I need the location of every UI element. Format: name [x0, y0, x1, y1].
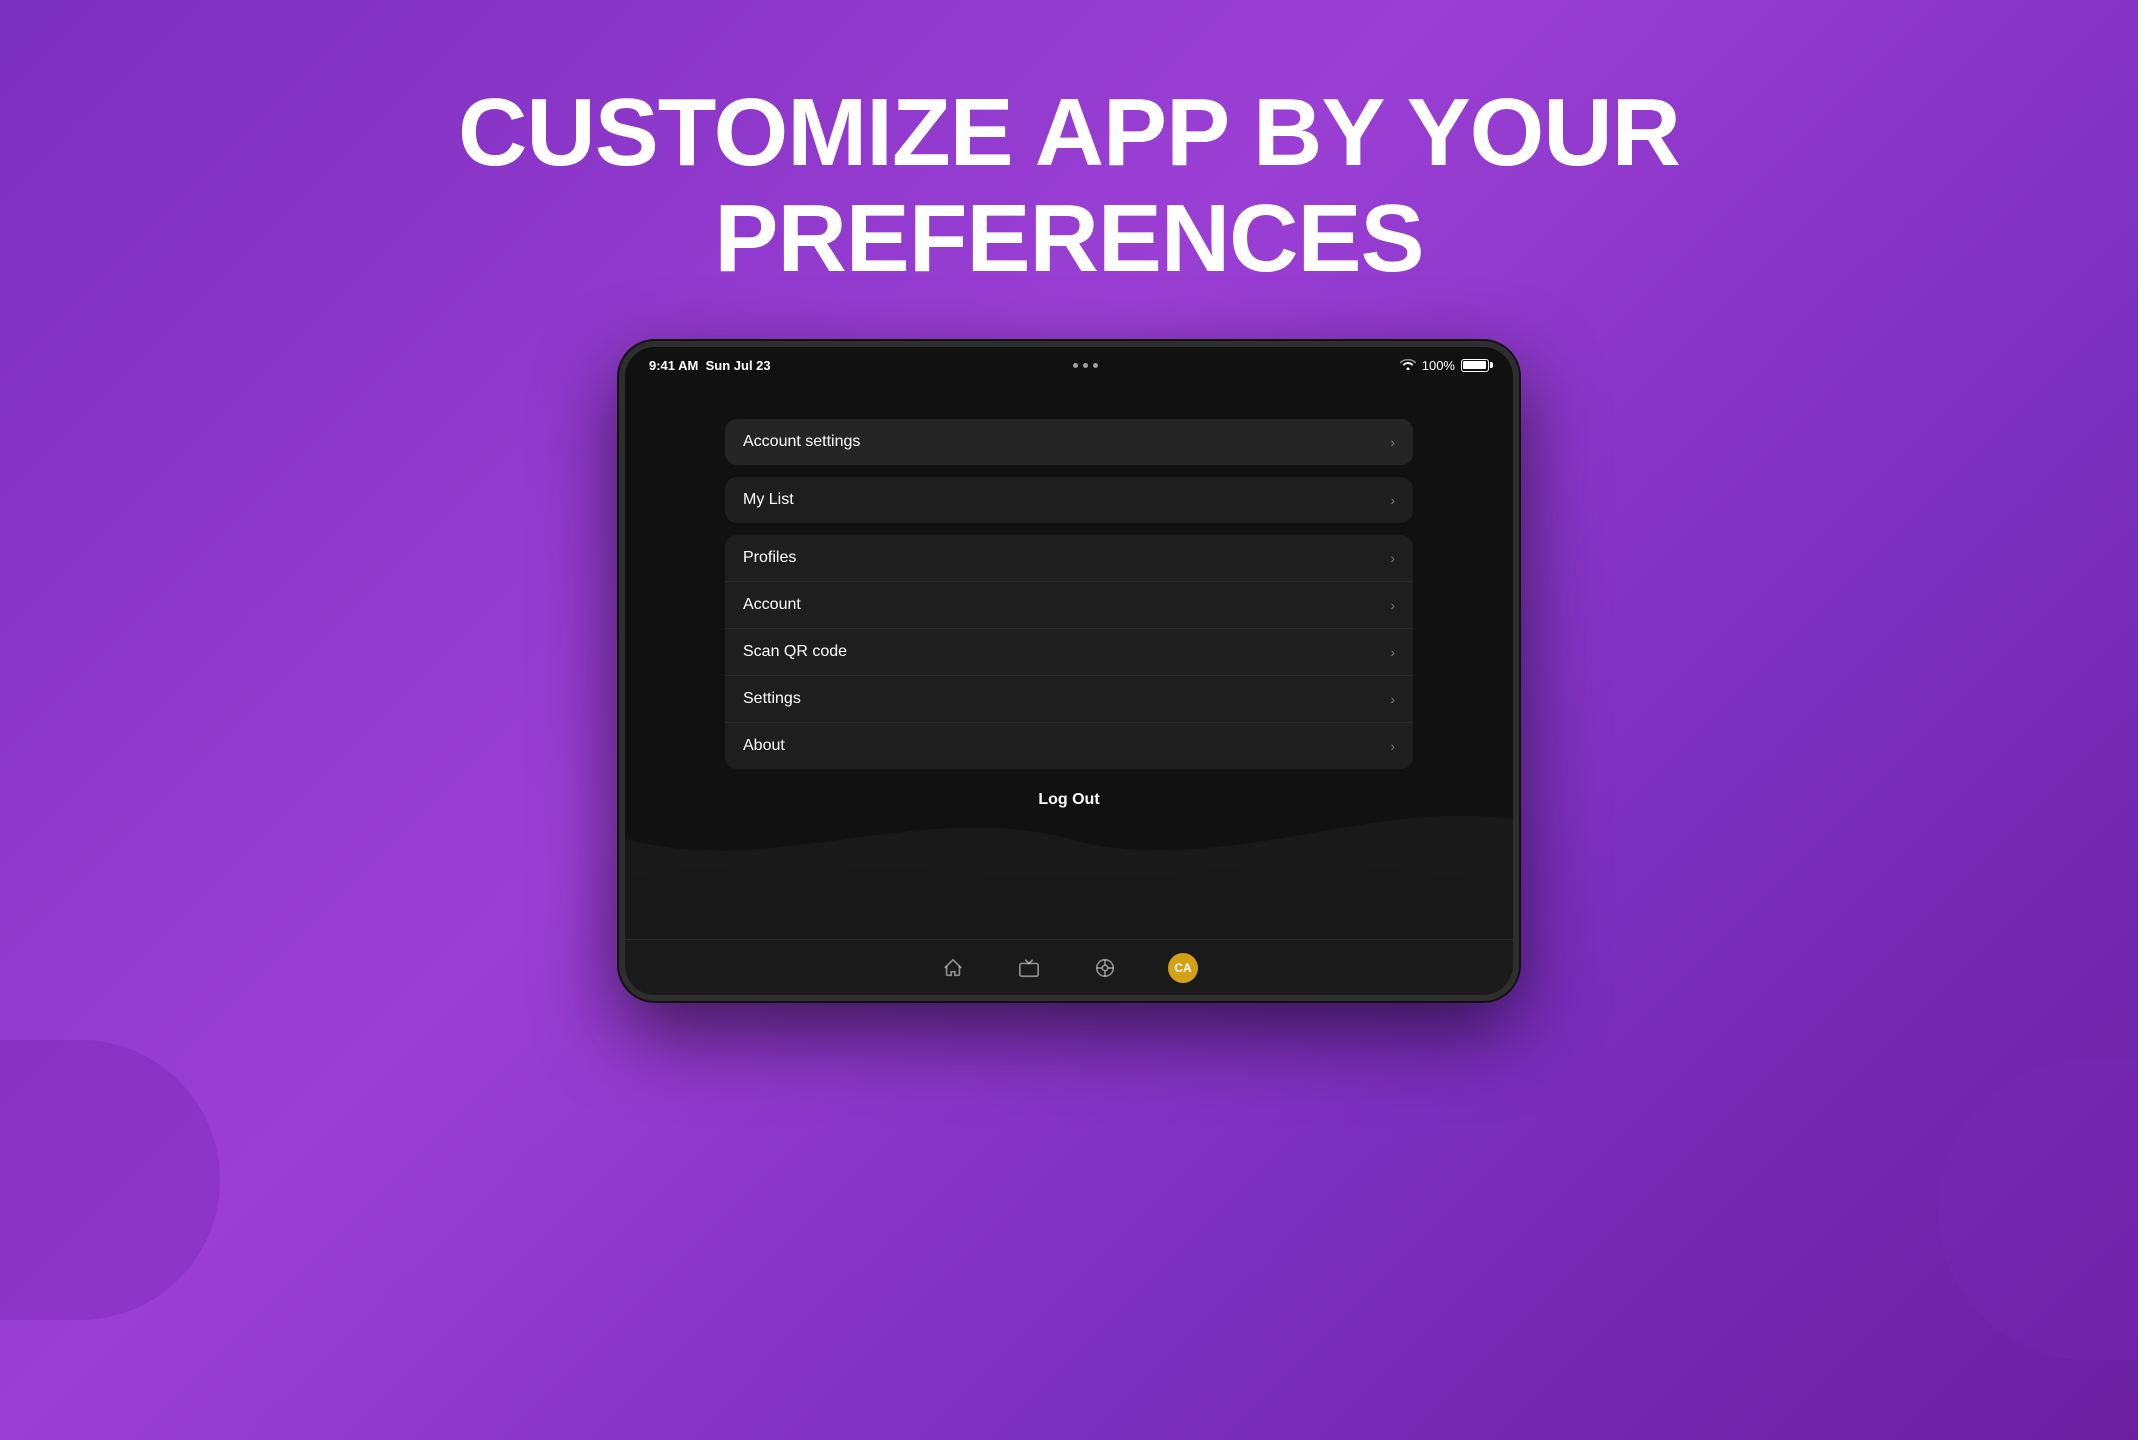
logout-section[interactable]: Log Out: [725, 781, 1413, 819]
tablet-frame: 9:41 AM Sun Jul 23 100%: [619, 341, 1519, 1001]
profiles-label: Profiles: [743, 549, 796, 567]
side-wave-right: [1938, 1060, 2138, 1360]
settings-label: Settings: [743, 690, 801, 708]
account-chevron: ›: [1390, 597, 1395, 613]
battery-percent-text: 100%: [1422, 358, 1455, 373]
status-time-date: 9:41 AM Sun Jul 23: [649, 358, 771, 373]
nav-games-icon[interactable]: [1092, 955, 1118, 981]
tablet-content: Account settings › My List › Profiles › …: [625, 383, 1513, 939]
status-dot-2: [1083, 363, 1088, 368]
menu-section-my-list: My List ›: [725, 477, 1413, 523]
menu-item-account[interactable]: Account ›: [725, 582, 1413, 629]
account-label: Account: [743, 596, 801, 614]
profiles-chevron: ›: [1390, 550, 1395, 566]
bottom-nav: CA: [625, 939, 1513, 995]
about-label: About: [743, 737, 785, 755]
scan-qr-chevron: ›: [1390, 644, 1395, 660]
menu-section-1: Account settings ›: [725, 419, 1413, 465]
scan-qr-label: Scan QR code: [743, 643, 847, 661]
menu-item-settings[interactable]: Settings ›: [725, 676, 1413, 723]
avatar-initials: CA: [1174, 961, 1191, 975]
battery-indicator: [1461, 359, 1489, 372]
settings-chevron: ›: [1390, 691, 1395, 707]
wifi-icon: [1400, 358, 1416, 373]
menu-item-scan-qr[interactable]: Scan QR code ›: [725, 629, 1413, 676]
hero-title: CUSTOMIZE APP BY YOUR PREFERENCES: [458, 80, 1680, 291]
tablet-bg-wave: [625, 739, 1513, 939]
menu-item-about[interactable]: About ›: [725, 723, 1413, 769]
menu-item-my-list[interactable]: My List ›: [725, 477, 1413, 523]
nav-tv-icon[interactable]: [1016, 955, 1042, 981]
menu-group-main: Profiles › Account › Scan QR code › Sett…: [725, 535, 1413, 769]
nav-home-icon[interactable]: [940, 955, 966, 981]
status-center-dots: [1073, 363, 1098, 368]
menu-item-profiles[interactable]: Profiles ›: [725, 535, 1413, 582]
tablet-side-button: [619, 507, 621, 557]
my-list-chevron: ›: [1390, 492, 1395, 508]
account-settings-chevron: ›: [1390, 434, 1395, 450]
status-dot-1: [1073, 363, 1078, 368]
status-bar: 9:41 AM Sun Jul 23 100%: [625, 347, 1513, 383]
side-wave-left: [0, 1040, 220, 1320]
logout-label[interactable]: Log Out: [1038, 791, 1099, 808]
account-settings-label: Account settings: [743, 433, 860, 451]
status-right: 100%: [1400, 358, 1489, 373]
nav-avatar-icon[interactable]: CA: [1168, 953, 1198, 983]
menu-item-account-settings[interactable]: Account settings ›: [725, 419, 1413, 465]
my-list-label: My List: [743, 491, 794, 509]
about-chevron: ›: [1390, 738, 1395, 754]
status-dot-3: [1093, 363, 1098, 368]
